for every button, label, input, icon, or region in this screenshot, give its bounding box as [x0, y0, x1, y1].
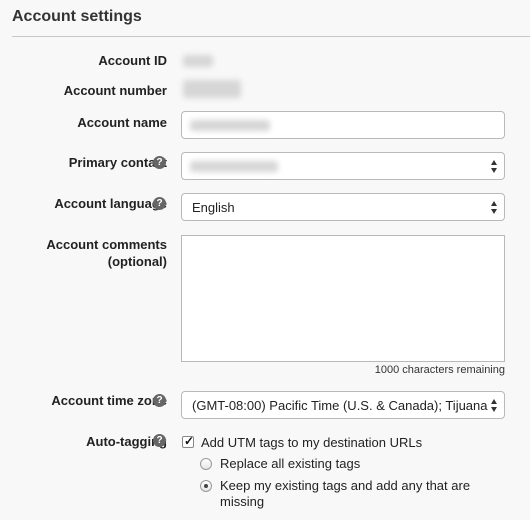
account-name-input[interactable] [181, 111, 505, 139]
account-id-label: Account ID [98, 53, 167, 68]
time-zone-value: (GMT-08:00) Pacific Time (U.S. & Canada)… [192, 398, 488, 413]
account-name-value-redacted [190, 120, 270, 131]
replace-tags-radio[interactable] [200, 458, 212, 470]
account-language-value: English [192, 200, 235, 215]
account-comments-label: Account comments (optional) [46, 237, 167, 269]
question-circle-icon[interactable]: ? [153, 434, 166, 447]
keep-tags-radio-label[interactable]: Keep my existing tags and add any that a… [220, 478, 470, 510]
keep-tags-radio[interactable] [200, 480, 212, 492]
primary-contact-select[interactable] [181, 152, 505, 180]
replace-tags-radio-label[interactable]: Replace all existing tags [220, 456, 360, 472]
question-circle-icon[interactable]: ? [153, 197, 166, 210]
account-number-value-redacted [183, 80, 241, 98]
select-arrows-icon [491, 399, 498, 412]
account-number-label: Account number [63, 83, 167, 98]
question-circle-icon[interactable]: ? [153, 156, 166, 169]
time-zone-select[interactable]: (GMT-08:00) Pacific Time (U.S. & Canada)… [181, 391, 505, 419]
account-language-select[interactable]: English [181, 193, 505, 221]
select-arrows-icon [491, 201, 498, 214]
primary-contact-value-redacted [190, 161, 278, 172]
time-zone-label: Account time zone [51, 393, 167, 408]
utm-tags-checkbox[interactable]: ✓ [182, 434, 195, 448]
question-circle-icon[interactable]: ? [153, 394, 166, 407]
select-arrows-icon [491, 160, 498, 173]
checkmark-icon: ✓ [184, 434, 195, 448]
title-divider [12, 36, 530, 37]
characters-remaining-counter: 1000 characters remaining [374, 364, 505, 376]
page-title: Account settings [12, 8, 142, 25]
utm-tags-checkbox-label[interactable]: Add UTM tags to my destination URLs [201, 435, 422, 451]
account-comments-textarea[interactable] [181, 235, 505, 362]
account-language-label: Account language [54, 196, 167, 211]
account-id-value-redacted [183, 55, 213, 67]
account-name-label: Account name [77, 115, 167, 130]
